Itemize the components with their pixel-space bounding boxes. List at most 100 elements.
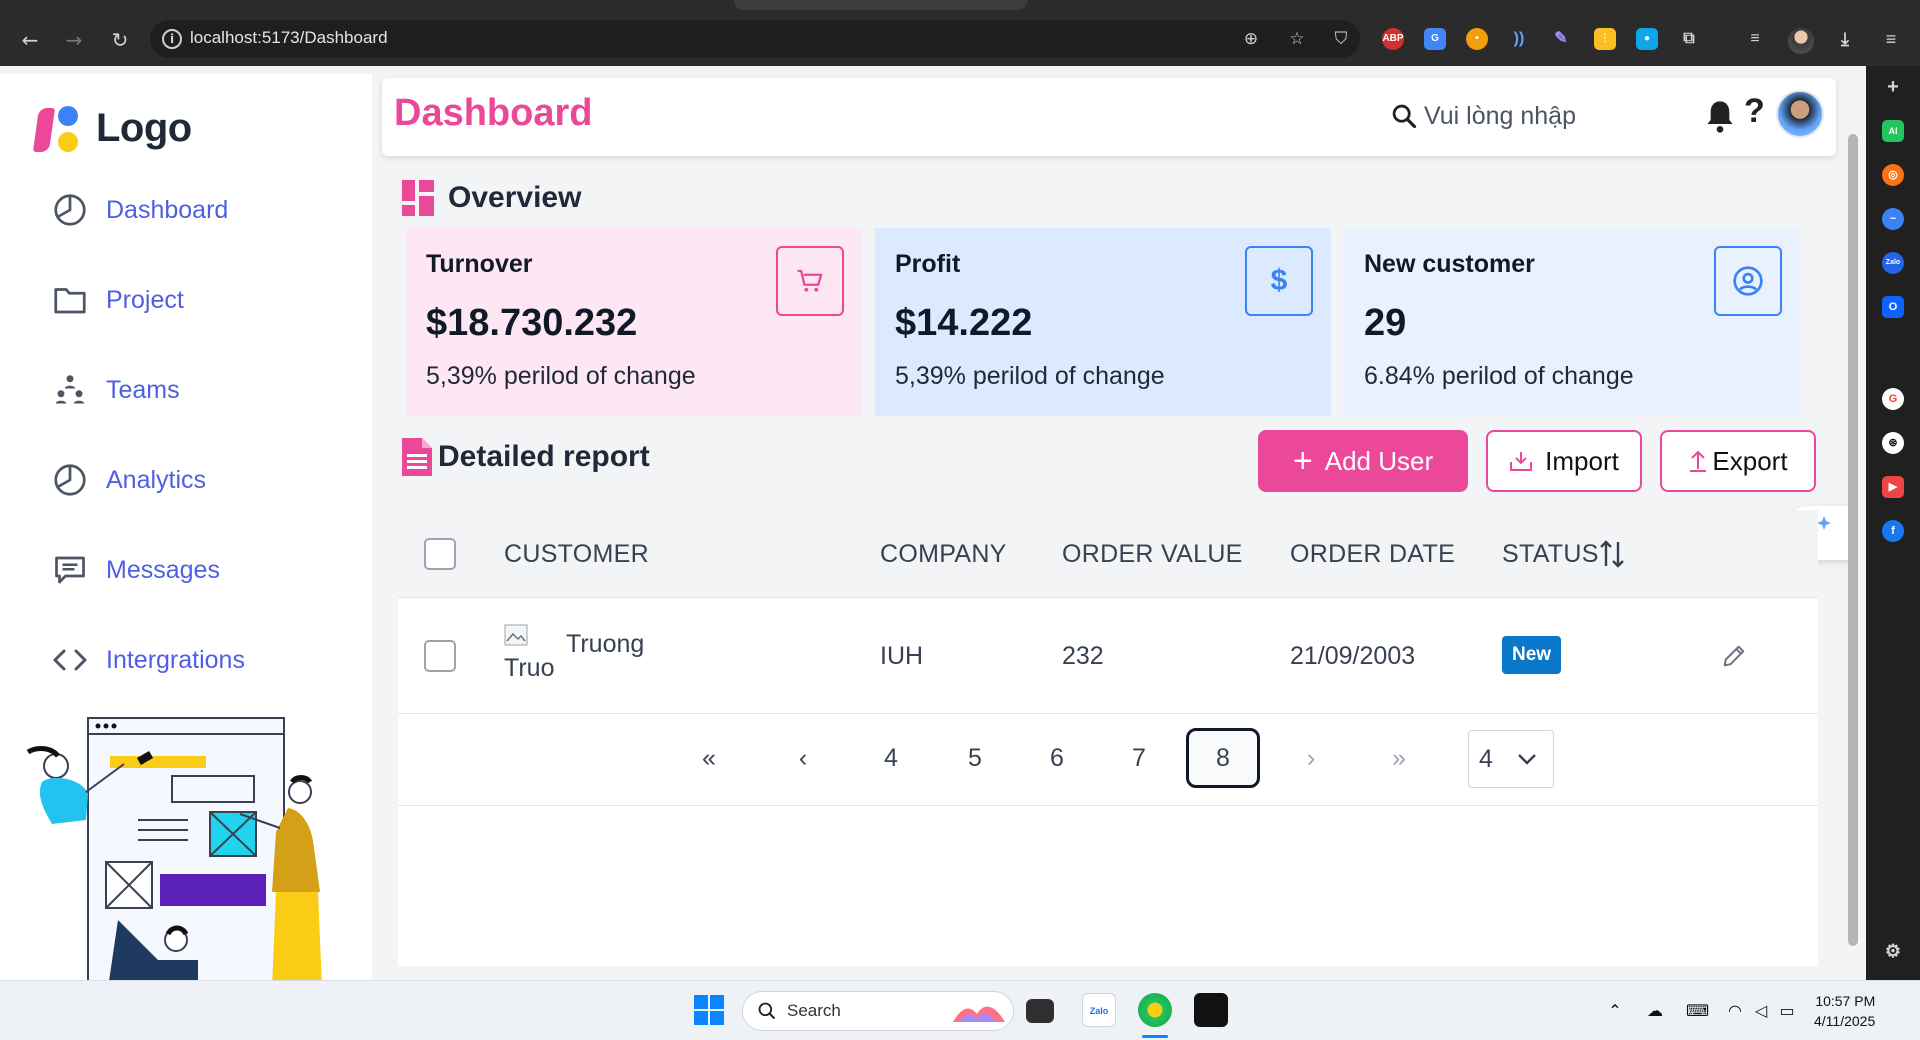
row-checkbox[interactable] (424, 640, 456, 672)
last-page-button[interactable]: » (1362, 728, 1436, 788)
export-label: Export (1712, 445, 1788, 476)
page-button[interactable]: 5 (938, 728, 1012, 788)
profile-avatar[interactable] (1788, 28, 1814, 54)
menu-icon[interactable]: ≡ (1880, 28, 1902, 50)
bell-icon[interactable] (1704, 98, 1736, 134)
page-scrollbar[interactable] (1848, 134, 1858, 946)
pen-extension-icon[interactable]: ✎ (1550, 28, 1572, 50)
reading-list-icon[interactable]: ≡ (1744, 28, 1766, 50)
add-user-button[interactable]: + Add User (1258, 430, 1468, 492)
app-taskbar-icon[interactable] (1194, 993, 1228, 1027)
chrome-taskbar-icon[interactable] (1138, 993, 1172, 1027)
import-button[interactable]: Import (1486, 430, 1642, 492)
add-user-label: Add User (1324, 445, 1434, 476)
keyboard-icon[interactable]: ⌨ (1686, 1001, 1709, 1021)
user-icon-button[interactable] (1714, 246, 1782, 316)
first-page-button[interactable]: « (672, 728, 746, 788)
sidebar-item-label: Dashboard (106, 195, 229, 224)
audio-extension-icon[interactable]: )) (1508, 28, 1530, 50)
app-icon[interactable]: ◎ (1882, 164, 1904, 186)
url-text[interactable]: localhost:5173/Dashboard (190, 28, 388, 48)
folder-icon (54, 288, 86, 314)
extensions-puzzle-icon[interactable]: ⧉ (1678, 28, 1700, 50)
openai-icon[interactable]: ⊛ (1882, 432, 1904, 454)
youtube-icon[interactable]: ▶ (1882, 476, 1904, 498)
site-info-icon[interactable]: i (162, 29, 182, 49)
tab-strip (734, 0, 1028, 10)
pie-chart-icon (54, 464, 86, 496)
back-icon[interactable]: ← (18, 28, 42, 52)
import-label: Import (1545, 445, 1619, 476)
windows-start-icon[interactable] (694, 995, 724, 1025)
extension-icon[interactable]: ⋮ (1594, 28, 1616, 50)
sidebar-item-teams[interactable]: Teams (52, 370, 180, 410)
column-header-order-date[interactable]: ORDER DATE (1290, 540, 1455, 569)
zalo-taskbar-icon[interactable]: Zalo (1082, 993, 1116, 1027)
outlook-icon[interactable]: O (1882, 296, 1904, 318)
zalo-icon[interactable]: Zalo (1882, 252, 1904, 274)
extension-icon[interactable]: • (1466, 28, 1488, 50)
settings-gear-icon[interactable]: ⚙ (1882, 940, 1904, 962)
battery-icon[interactable]: ▭ (1776, 1001, 1798, 1021)
cart-icon-button[interactable] (776, 246, 844, 316)
edit-pencil-icon[interactable] (1720, 642, 1748, 670)
sidebar-item-dashboard[interactable]: Dashboard (52, 190, 228, 230)
sidebar-item-label: Analytics (106, 465, 207, 494)
dollar-icon-button[interactable]: $ (1245, 246, 1313, 316)
column-header-company[interactable]: COMPANY (880, 540, 1007, 569)
page-button[interactable]: 6 (1020, 728, 1094, 788)
page-size-select[interactable]: 4 (1468, 730, 1554, 788)
sidebar-item-project[interactable]: Project (52, 280, 184, 320)
user-avatar[interactable] (1776, 90, 1824, 138)
drop-extension-icon[interactable]: ● (1636, 28, 1658, 50)
taskbar-search[interactable]: Search (742, 991, 1014, 1031)
table-row[interactable]: Truo Truong IUH 232 21/09/2003 New (398, 598, 1818, 714)
sidebar-item-messages[interactable]: Messages (52, 550, 220, 590)
current-page-button[interactable]: 8 (1186, 728, 1260, 788)
wifi-icon[interactable]: ◠ (1724, 1001, 1746, 1021)
search-icon[interactable] (1390, 102, 1418, 130)
column-header-order-value[interactable]: ORDER VALUE (1062, 540, 1243, 569)
document-icon (402, 438, 432, 476)
add-icon[interactable]: + (1882, 76, 1904, 98)
sidebar-item-label: Intergrations (106, 645, 245, 674)
clock[interactable]: 10:57 PM 4/11/2025 (1814, 991, 1875, 1031)
bookmark-star-icon[interactable]: ☆ (1286, 28, 1308, 50)
select-all-checkbox[interactable] (424, 538, 456, 570)
facebook-icon[interactable]: f (1882, 520, 1904, 542)
page-button[interactable]: 4 (854, 728, 928, 788)
download-icon[interactable]: ⤓ (1834, 28, 1856, 50)
translate-extension-icon[interactable]: G (1424, 28, 1446, 50)
ai-icon[interactable]: AI (1882, 120, 1904, 142)
status-badge: New (1502, 636, 1562, 674)
forward-icon[interactable]: → (62, 28, 86, 52)
volume-icon[interactable]: ◁ (1750, 1001, 1772, 1021)
google-icon[interactable]: G (1882, 388, 1904, 410)
broken-image-icon (504, 624, 528, 646)
messenger-icon[interactable]: ~ (1882, 208, 1904, 230)
page-button[interactable]: 7 (1102, 728, 1176, 788)
page-size-value: 4 (1479, 744, 1493, 773)
prev-page-button[interactable]: ‹ (766, 728, 840, 788)
dollar-icon: $ (1270, 264, 1288, 297)
order-date-cell: 21/09/2003 (1290, 642, 1416, 670)
sidebar-item-analytics[interactable]: Analytics (52, 460, 206, 500)
zoom-icon[interactable]: ⊕ (1240, 28, 1262, 50)
reload-icon[interactable]: ↻ (108, 28, 132, 52)
search-input[interactable] (1424, 101, 1624, 131)
tray-chevron-icon[interactable]: ⌃ (1604, 1001, 1626, 1021)
export-button[interactable]: Export (1660, 430, 1816, 492)
task-view-icon[interactable] (1026, 999, 1054, 1023)
sidebar-item-label: Teams (106, 375, 180, 404)
sidebar-item-intergrations[interactable]: Intergrations (52, 640, 245, 680)
adblock-extension-icon[interactable]: ABP (1382, 28, 1404, 50)
help-icon[interactable]: ? (1744, 92, 1765, 131)
column-header-customer[interactable]: CUSTOMER (504, 540, 649, 569)
onedrive-icon[interactable]: ☁ (1644, 1001, 1666, 1021)
search-box[interactable] (1390, 94, 1650, 138)
sort-icon[interactable] (1598, 538, 1626, 570)
column-header-status[interactable]: STATUS (1502, 540, 1599, 569)
address-bar[interactable]: i localhost:5173/Dashboard ⊕ ☆ ⛉ (150, 20, 1360, 58)
next-page-button[interactable]: › (1274, 728, 1348, 788)
shield-icon[interactable]: ⛉ (1330, 28, 1352, 50)
